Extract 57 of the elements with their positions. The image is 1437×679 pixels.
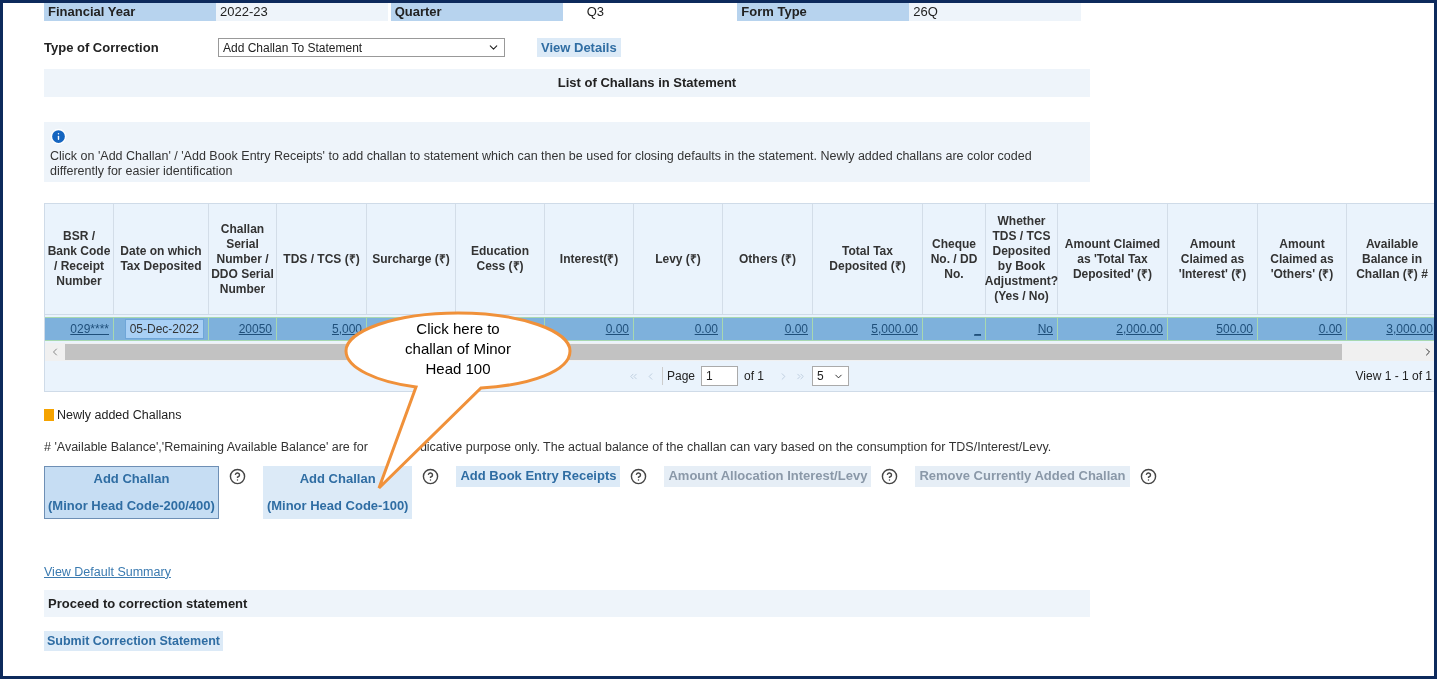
column-header: Challan Serial Number / DDO Serial Number: [209, 204, 277, 314]
help-icon[interactable]: [881, 467, 899, 485]
page-size-select[interactable]: 5: [812, 366, 850, 386]
table-cell-link[interactable]: 029****: [70, 320, 109, 338]
field-value: 2022-23: [216, 3, 388, 21]
legend-label: Newly added Challans: [57, 407, 182, 424]
column-header: Amount Claimed as 'Interest' (₹): [1168, 204, 1258, 314]
date-field[interactable]: 05-Dec-2022: [124, 319, 204, 339]
view-details-button[interactable]: View Details: [537, 38, 621, 57]
table-cell-link[interactable]: _: [974, 320, 981, 338]
column-header: Interest(₹): [545, 204, 634, 314]
table-cell-link[interactable]: 0.00: [694, 320, 718, 338]
page-field[interactable]: 1: [701, 366, 739, 386]
field-label: Financial Year: [44, 3, 216, 21]
column-header: Total Tax Deposited (₹): [813, 204, 923, 314]
view-default-summary-link[interactable]: View Default Summary: [44, 562, 171, 582]
field-value: 26Q: [909, 3, 1082, 21]
table-cell-link[interactable]: 0.00: [1318, 320, 1342, 338]
page-count: of 1: [744, 368, 765, 385]
submit-correction-button[interactable]: Submit Correction Statement: [44, 631, 223, 652]
info-icon: [50, 128, 67, 145]
table-cell-link[interactable]: 20050: [238, 320, 272, 338]
column-header: Amount Claimed as 'Total Tax Deposited' (₹): [1058, 204, 1168, 314]
table-cell-link[interactable]: 2,000.00: [1116, 320, 1163, 338]
action-button[interactable]: Add Challan (Minor Head Code-200/400): [44, 465, 219, 519]
table-cell-link[interactable]: 0.00: [784, 320, 808, 338]
table-cell-link[interactable]: 5,000: [331, 320, 362, 338]
column-header: TDS / TCS (₹): [277, 204, 367, 314]
table-cell-link[interactable]: 0.00: [605, 320, 629, 338]
table-cell-link[interactable]: No: [1037, 320, 1053, 338]
column-header: Date on which Tax Deposited: [114, 204, 209, 314]
field-label: Form Type: [737, 3, 910, 21]
section-header: Proceed to correction statement: [44, 590, 1090, 618]
help-icon[interactable]: [630, 467, 648, 485]
column-header: Available Balance in Challan (₹) #: [1347, 204, 1434, 314]
help-icon[interactable]: [228, 467, 246, 485]
column-header: Others (₹): [723, 204, 813, 314]
record-count: View 1 - 1 of 1: [1355, 368, 1432, 385]
column-header: Whether TDS / TCS Deposited by Book Adjustment? (Yes / No): [986, 204, 1058, 314]
field-label: Quarter: [390, 3, 563, 21]
action-button[interactable]: Add Book Entry Receipts: [456, 465, 621, 487]
page-label: Page: [662, 367, 696, 385]
action-button[interactable]: Add Challan (Minor Head Code-100): [262, 465, 413, 519]
column-header: Cheque No. / DD No.: [923, 204, 986, 314]
table-cell-link[interactable]: 3,000.00: [1386, 320, 1433, 338]
column-header: Levy (₹): [634, 204, 723, 314]
help-icon[interactable]: [422, 467, 440, 485]
table-cell-link[interactable]: 500.00: [1216, 320, 1253, 338]
correction-type-select[interactable]: Add Challan To Statement: [218, 38, 505, 57]
field-label: Type of Correction: [44, 38, 160, 57]
column-header: Amount Claimed as 'Others' (₹): [1258, 204, 1347, 314]
column-header: BSR / Bank Code / Receipt Number: [45, 204, 114, 314]
section-header: List of Challans in Statement: [44, 69, 1090, 97]
footnote-text: # 'Available Balance','Remaining Available Balance' are for: [44, 438, 368, 456]
table-cell-link[interactable]: 5,000.00: [871, 320, 918, 338]
info-text: Click on 'Add Challan' / 'Add Book Entry Receipts' to add challan to statement which can then be used for closing defaults in the statement. Newly added challans are color coded differently for easier identification: [50, 149, 1033, 179]
help-icon[interactable]: [1139, 467, 1157, 485]
